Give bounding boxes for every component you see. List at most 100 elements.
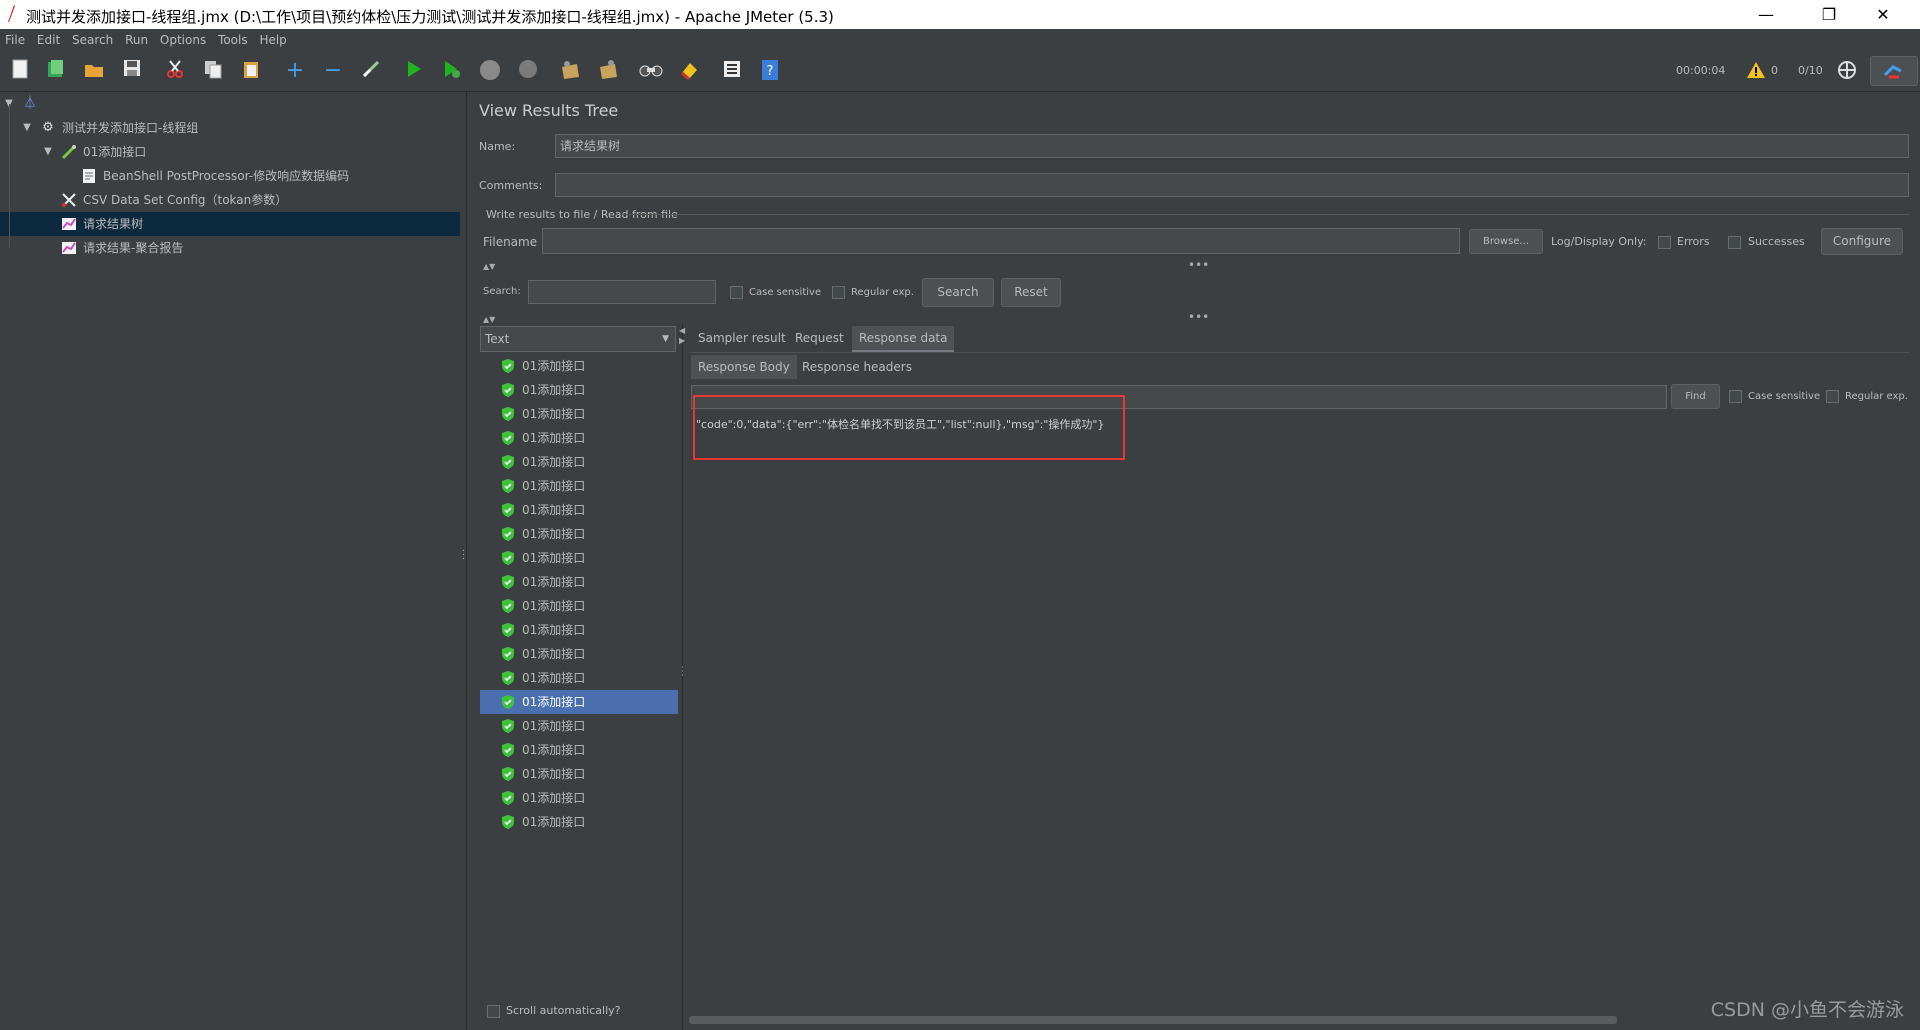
- tree-item-aggregate-report[interactable]: 请求结果-聚合报告: [0, 236, 460, 260]
- reset-button[interactable]: Reset: [1001, 278, 1061, 307]
- renderer-select[interactable]: Text ▼: [480, 326, 676, 352]
- menu-search[interactable]: Search: [72, 29, 113, 51]
- tree-item-beanshell[interactable]: BeanShell PostProcessor-修改响应数据编码: [0, 164, 460, 188]
- result-item[interactable]: 01添加接口: [480, 810, 678, 834]
- copy-icon[interactable]: [201, 59, 225, 83]
- split-pane-divider[interactable]: [466, 92, 467, 1030]
- start-no-timers-icon[interactable]: [440, 59, 464, 83]
- result-item[interactable]: 01添加接口: [480, 618, 678, 642]
- expand-arrows-icon[interactable]: ◀ ▶: [679, 326, 685, 346]
- sample-result-list: 01添加接口 01添加接口 01添加接口 01添加接口 01添加接口 01添加接口 01添加…: [480, 354, 678, 829]
- tab-request[interactable]: Request: [788, 326, 851, 350]
- divider-grip[interactable]: · · ·: [462, 547, 466, 565]
- open-icon[interactable]: [82, 59, 106, 83]
- collapse-arrows-icon[interactable]: ▲▼: [483, 262, 495, 271]
- find-case-sensitive-checkbox[interactable]: [1729, 390, 1742, 403]
- tab-response-body[interactable]: Response Body: [691, 355, 797, 379]
- result-item[interactable]: 01添加接口: [480, 426, 678, 450]
- result-item[interactable]: 01添加接口: [480, 714, 678, 738]
- tree-item-results-tree[interactable]: 请求结果树: [0, 212, 460, 236]
- menu-help[interactable]: Help: [259, 29, 286, 51]
- menu-tools[interactable]: Tools: [218, 29, 248, 51]
- search-button[interactable]: Search: [922, 278, 994, 307]
- errors-checkbox[interactable]: [1658, 236, 1671, 249]
- remote-status-icon[interactable]: [1837, 60, 1857, 80]
- clear-icon[interactable]: [558, 59, 582, 83]
- result-item-label: 01添加接口: [522, 623, 586, 637]
- result-item[interactable]: 01添加接口: [480, 786, 678, 810]
- divider-grip[interactable]: · · ·: [681, 664, 684, 681]
- cut-icon[interactable]: [163, 59, 187, 83]
- regular-exp-checkbox[interactable]: [832, 286, 845, 299]
- case-sensitive-checkbox[interactable]: [730, 286, 743, 299]
- name-field[interactable]: 请求结果树: [555, 134, 1909, 158]
- result-item[interactable]: 01添加接口: [480, 642, 678, 666]
- result-item[interactable]: 01添加接口: [480, 570, 678, 594]
- save-icon[interactable]: [120, 59, 144, 83]
- result-item[interactable]: 01添加接口: [480, 690, 678, 714]
- result-item[interactable]: 01添加接口: [480, 594, 678, 618]
- search-icon[interactable]: [639, 59, 663, 83]
- result-item[interactable]: 01添加接口: [480, 522, 678, 546]
- tab-sampler-result[interactable]: Sampler result: [691, 326, 793, 350]
- restore-button[interactable]: ❐: [1806, 0, 1852, 29]
- find-button[interactable]: Find: [1671, 384, 1720, 409]
- scroll-auto-checkbox[interactable]: [487, 1005, 500, 1018]
- minimize-button[interactable]: —: [1743, 0, 1789, 29]
- new-icon[interactable]: [8, 59, 32, 83]
- splitter-grip[interactable]: •••: [1188, 258, 1209, 272]
- menu-edit[interactable]: Edit: [37, 29, 60, 51]
- menu-file[interactable]: File: [5, 29, 25, 51]
- help-icon[interactable]: ?: [758, 59, 782, 83]
- result-item[interactable]: 01添加接口: [480, 666, 678, 690]
- warning-count: 0: [1771, 64, 1778, 77]
- stop-icon[interactable]: [478, 59, 502, 83]
- tab-response-headers[interactable]: Response headers: [795, 355, 919, 379]
- result-item[interactable]: 01添加接口: [480, 474, 678, 498]
- tree-item-sampler[interactable]: ▼ 01添加接口: [0, 140, 460, 164]
- start-icon[interactable]: [402, 59, 426, 83]
- tab-response-data[interactable]: Response data: [852, 326, 955, 352]
- reset-search-icon[interactable]: [677, 59, 701, 83]
- shutdown-icon[interactable]: [516, 59, 540, 83]
- tree-item-csv-config[interactable]: CSV Data Set Config（tokan参数）: [0, 188, 460, 212]
- templates-icon[interactable]: [44, 59, 68, 83]
- collapse-arrows-icon[interactable]: ▲▼: [483, 315, 495, 324]
- tree-item-thread-group[interactable]: ▼ ⚙ 测试并发添加接口-线程组: [0, 116, 460, 140]
- result-item-label: 01添加接口: [522, 647, 586, 661]
- result-item[interactable]: 01添加接口: [480, 498, 678, 522]
- result-item[interactable]: 01添加接口: [480, 738, 678, 762]
- warning-icon[interactable]: [1746, 60, 1766, 80]
- result-item[interactable]: 01添加接口: [480, 378, 678, 402]
- tree-item-test-plan[interactable]: ▼ ⏃: [0, 92, 460, 116]
- function-helper-icon[interactable]: [720, 59, 744, 83]
- result-item[interactable]: 01添加接口: [480, 402, 678, 426]
- find-regular-exp-checkbox[interactable]: [1826, 390, 1839, 403]
- successes-checkbox[interactable]: [1728, 236, 1741, 249]
- menu-options[interactable]: Options: [160, 29, 206, 51]
- collapse-all-icon[interactable]: −: [321, 59, 345, 83]
- comments-field[interactable]: [555, 173, 1909, 197]
- close-button[interactable]: ✕: [1860, 0, 1906, 29]
- chart-icon: [61, 240, 77, 256]
- toggle-icon[interactable]: [359, 59, 383, 83]
- success-shield-icon: [502, 599, 514, 613]
- result-item[interactable]: 01添加接口: [480, 762, 678, 786]
- menu-run[interactable]: Run: [125, 29, 148, 51]
- paste-icon[interactable]: [239, 59, 263, 83]
- result-item[interactable]: 01添加接口: [480, 354, 678, 378]
- response-body-area[interactable]: "code":0,"data":{"err":"体检名单找不到该员工","lis…: [689, 410, 1909, 1015]
- expand-all-icon[interactable]: +: [283, 59, 307, 83]
- log-viewer-button[interactable]: [1870, 56, 1918, 86]
- collapse-arrow-icon[interactable]: ▼: [42, 140, 54, 164]
- result-item[interactable]: 01添加接口: [480, 450, 678, 474]
- browse-button[interactable]: Browse...: [1469, 229, 1543, 254]
- clear-all-icon[interactable]: [596, 59, 620, 83]
- search-field[interactable]: [528, 280, 716, 304]
- collapse-arrow-icon[interactable]: ▼: [21, 116, 33, 140]
- horizontal-scrollbar[interactable]: [689, 1016, 1617, 1024]
- result-item[interactable]: 01添加接口: [480, 546, 678, 570]
- configure-button[interactable]: Configure: [1821, 228, 1903, 255]
- splitter-grip[interactable]: •••: [1188, 310, 1209, 324]
- filename-field[interactable]: [542, 228, 1460, 254]
